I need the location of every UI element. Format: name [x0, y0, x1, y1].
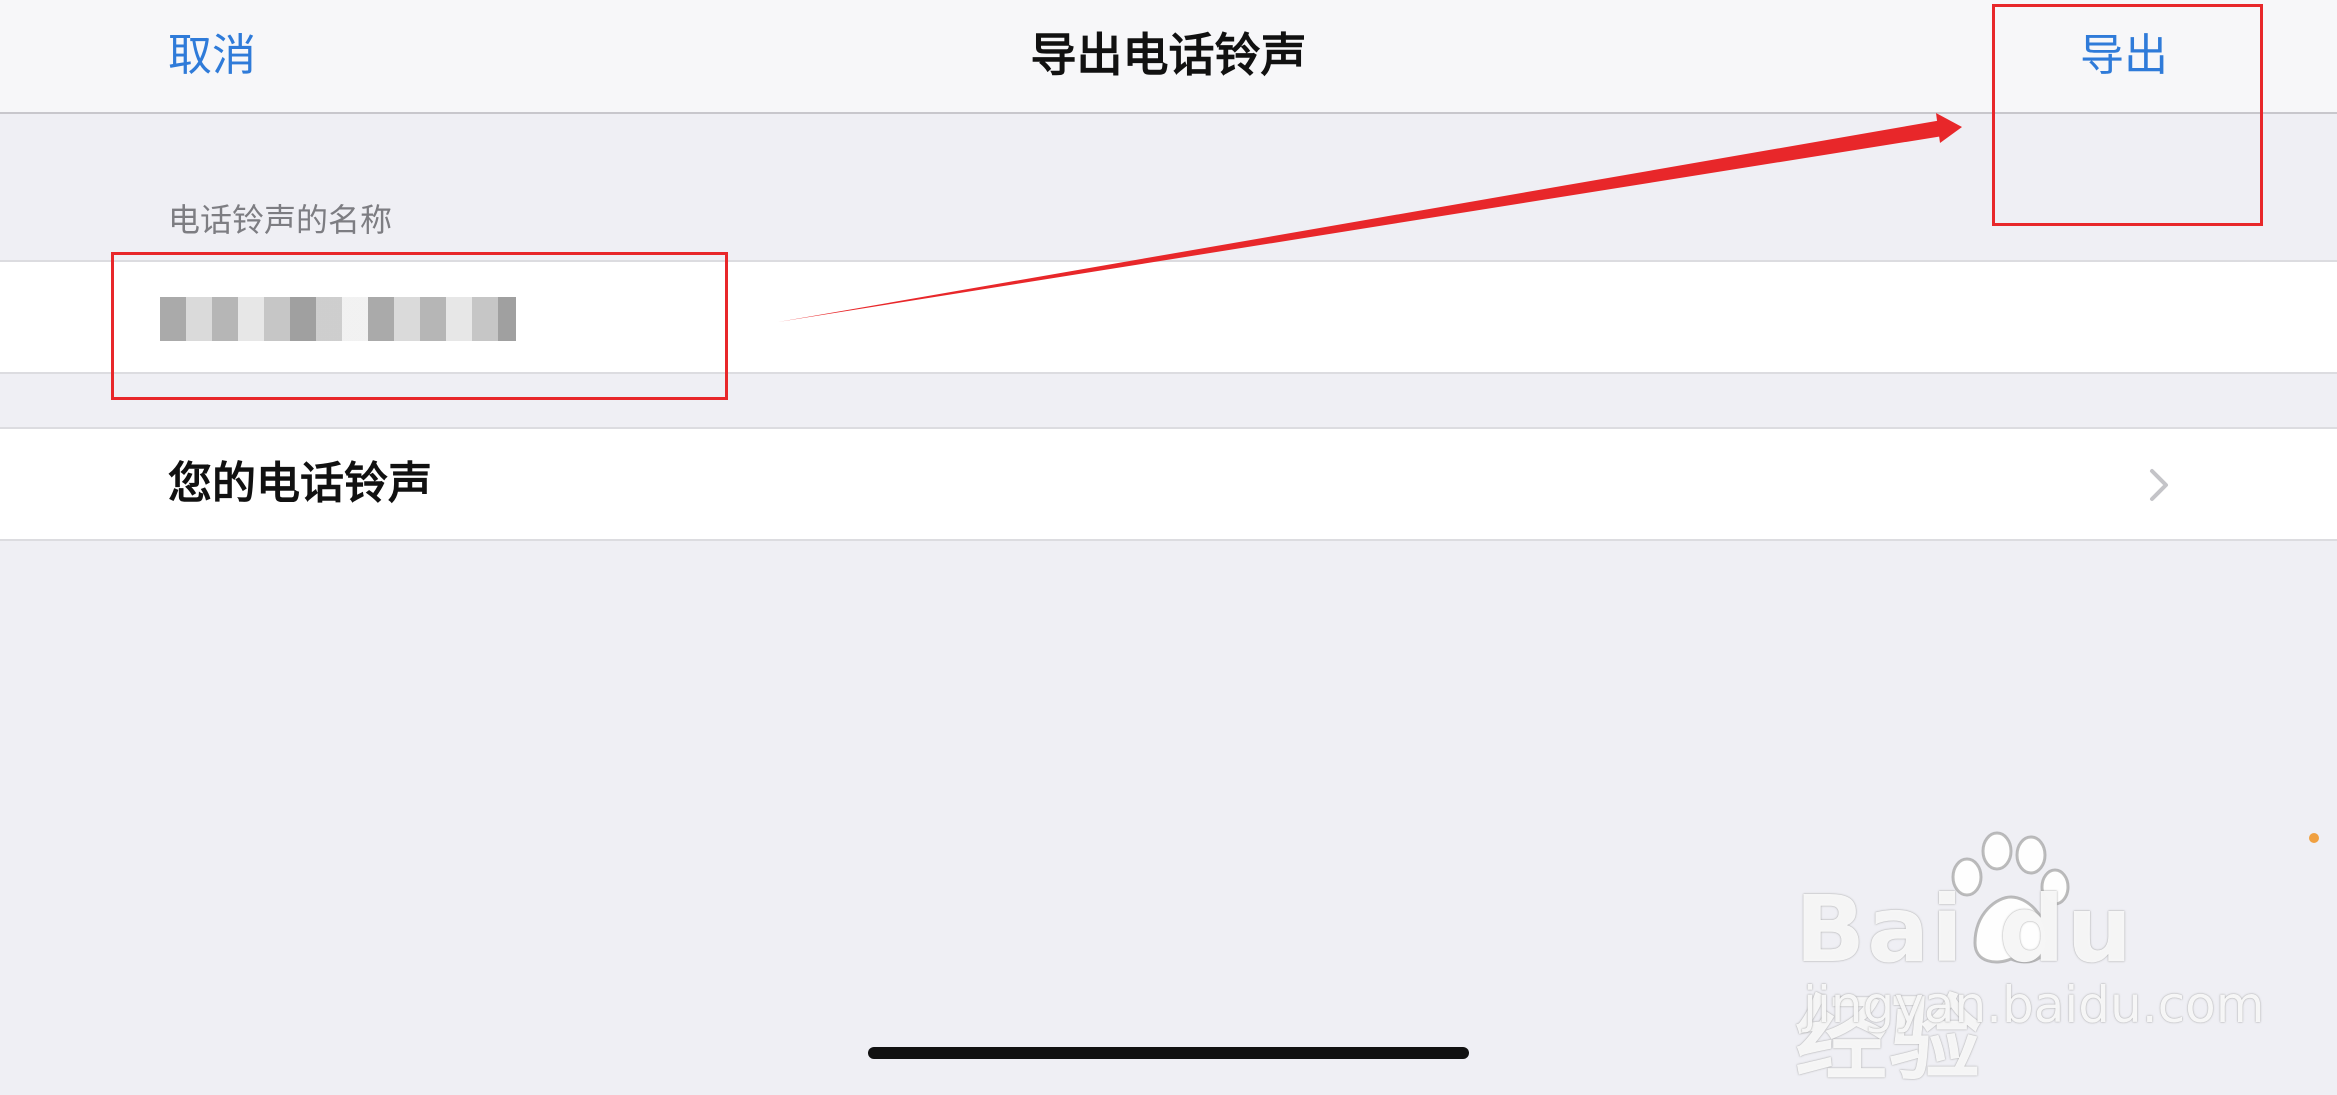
section-header-ringtone-name: 电话铃声的名称: [168, 201, 393, 239]
navigation-bar: 取消 导出电话铃声 导出: [0, 0, 2337, 114]
watermark-brand: Bai du 经验: [1795, 876, 2135, 1093]
baidu-watermark: Bai du 经验 jingyan.baidu.com: [1795, 825, 2264, 1093]
watermark-url: jingyan.baidu.com: [1803, 976, 2265, 1034]
home-indicator[interactable]: [868, 1047, 1469, 1059]
chevron-right-icon: [2150, 469, 2168, 501]
paw-icon: [1951, 831, 2070, 964]
status-dot: [2309, 833, 2319, 843]
export-button[interactable]: 导出: [2080, 28, 2168, 84]
ringtone-name-input[interactable]: [160, 297, 516, 341]
your-ringtones-label: 您的电话铃声: [168, 458, 432, 509]
cancel-button[interactable]: 取消: [168, 28, 256, 84]
your-ringtones-row[interactable]: 您的电话铃声: [0, 427, 2337, 541]
page-title: 导出电话铃声: [1030, 28, 1307, 82]
ringtone-name-row: [0, 260, 2337, 374]
